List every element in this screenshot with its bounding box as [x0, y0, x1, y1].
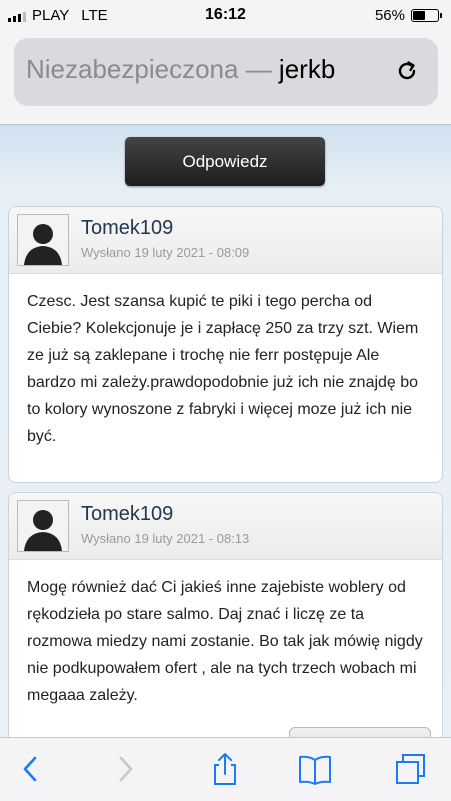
- status-bar: PLAY LTE 16:12 56%: [0, 0, 451, 32]
- tabs-icon[interactable]: [394, 752, 428, 786]
- post-date: Wysłano 19 luty 2021 - 08:13: [81, 531, 250, 546]
- url-security-label: Niezabezpieczona —: [26, 54, 279, 84]
- url-text: Niezabezpieczona — jerkb: [26, 54, 386, 85]
- post-author[interactable]: Tomek109: [81, 503, 173, 526]
- battery-percent: 56%: [374, 7, 405, 24]
- post-action-button[interactable]: [289, 727, 431, 737]
- forum-post: Tomek109 Wysłano 19 luty 2021 - 08:13 Mo…: [8, 492, 443, 737]
- user-silhouette-icon: [18, 215, 68, 265]
- page-content: Odpowiedz Tomek109 Wysłano 19 luty 2021 …: [0, 125, 451, 737]
- browser-address-area: Niezabezpieczona — jerkb: [0, 32, 451, 125]
- avatar[interactable]: [17, 214, 69, 266]
- post-date: Wysłano 19 luty 2021 - 08:09: [81, 245, 250, 260]
- user-silhouette-icon: [18, 501, 68, 551]
- post-body: Czesc. Jest szansa kupić te piki i tego …: [27, 293, 419, 445]
- post-header: Tomek109 Wysłano 19 luty 2021 - 08:13: [9, 493, 442, 560]
- avatar[interactable]: [17, 500, 69, 552]
- battery-icon: [411, 9, 442, 22]
- bookmarks-icon[interactable]: [298, 752, 332, 786]
- forward-icon: [119, 756, 133, 782]
- reload-icon[interactable]: [394, 58, 420, 84]
- url-host: jerkb: [278, 54, 336, 84]
- post-header: Tomek109 Wysłano 19 luty 2021 - 08:09: [9, 207, 442, 274]
- post-author[interactable]: Tomek109: [81, 217, 173, 240]
- share-icon[interactable]: [208, 752, 242, 786]
- post-body: Mogę również dać Ci jakieś inne zajebist…: [27, 579, 423, 704]
- forum-post: Tomek109 Wysłano 19 luty 2021 - 08:09 Cz…: [8, 206, 443, 483]
- address-bar[interactable]: Niezabezpieczona — jerkb: [14, 38, 438, 106]
- back-icon[interactable]: [14, 752, 48, 786]
- browser-toolbar: [0, 737, 451, 801]
- reply-button[interactable]: Odpowiedz: [125, 137, 325, 186]
